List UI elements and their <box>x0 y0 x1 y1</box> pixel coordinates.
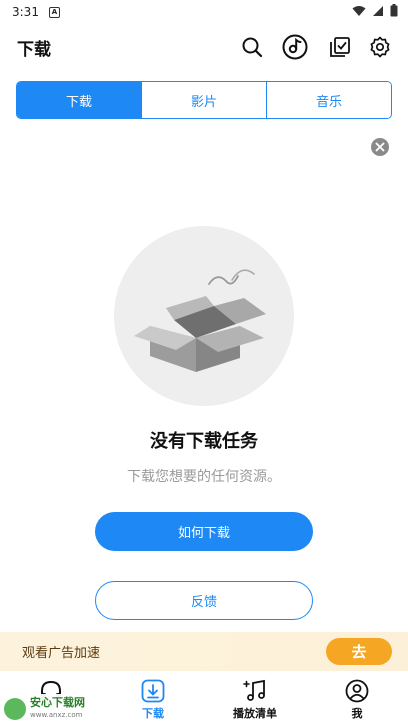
nav-label-playlist: 播放清单 <box>233 707 277 720</box>
app-header: 下载 <box>0 30 408 64</box>
status-icons <box>352 4 398 17</box>
watermark-name: 安心下载网 <box>30 696 85 709</box>
ad-speedup-bar: 观看广告加速 去 <box>0 632 408 671</box>
nav-item-profile[interactable]: 我 <box>306 671 408 725</box>
signal-icon <box>373 5 383 16</box>
watermark-text: 安心下载网 www.anxz.com <box>30 697 85 721</box>
watermark-logo-icon <box>4 698 26 720</box>
ad-go-button[interactable]: 去 <box>326 638 392 665</box>
notification-a-icon: A <box>48 6 60 18</box>
feedback-button[interactable]: 反馈 <box>95 581 313 620</box>
empty-box-icon <box>134 269 266 372</box>
download-icon <box>141 679 165 703</box>
nav-label-profile: 我 <box>351 707 363 720</box>
watermark-logo: 安心下载网 www.anxz.com <box>4 694 114 724</box>
settings-gear-icon[interactable] <box>367 34 393 60</box>
ad-speedup-text: 观看广告加速 <box>22 646 101 661</box>
page-title: 下载 <box>17 40 51 60</box>
nav-label-download: 下载 <box>142 707 164 720</box>
segment-tabs: 下载 影片 音乐 <box>16 81 392 119</box>
tab-movies[interactable]: 影片 <box>142 82 267 118</box>
wifi-icon <box>352 5 366 16</box>
status-time: 3:31 <box>12 5 39 19</box>
empty-subtitle: 下载您想要的任何资源。 <box>127 469 281 485</box>
nav-item-download[interactable]: 下载 <box>102 671 204 725</box>
empty-illustration <box>114 226 294 406</box>
profile-icon <box>345 679 369 703</box>
search-icon[interactable] <box>239 34 265 60</box>
how-to-download-button[interactable]: 如何下载 <box>95 512 313 551</box>
playlist-icon <box>243 679 267 703</box>
music-disc-icon[interactable] <box>282 34 308 60</box>
tab-music[interactable]: 音乐 <box>267 82 391 118</box>
task-check-icon[interactable] <box>327 34 353 60</box>
nav-item-playlist[interactable]: 播放清单 <box>204 671 306 725</box>
battery-icon <box>390 4 398 17</box>
watermark-url: www.anxz.com <box>30 711 83 719</box>
close-icon[interactable] <box>371 138 389 156</box>
status-bar: 3:31 A <box>0 0 408 24</box>
tab-download[interactable]: 下载 <box>17 82 142 118</box>
empty-title: 没有下载任务 <box>150 431 258 452</box>
